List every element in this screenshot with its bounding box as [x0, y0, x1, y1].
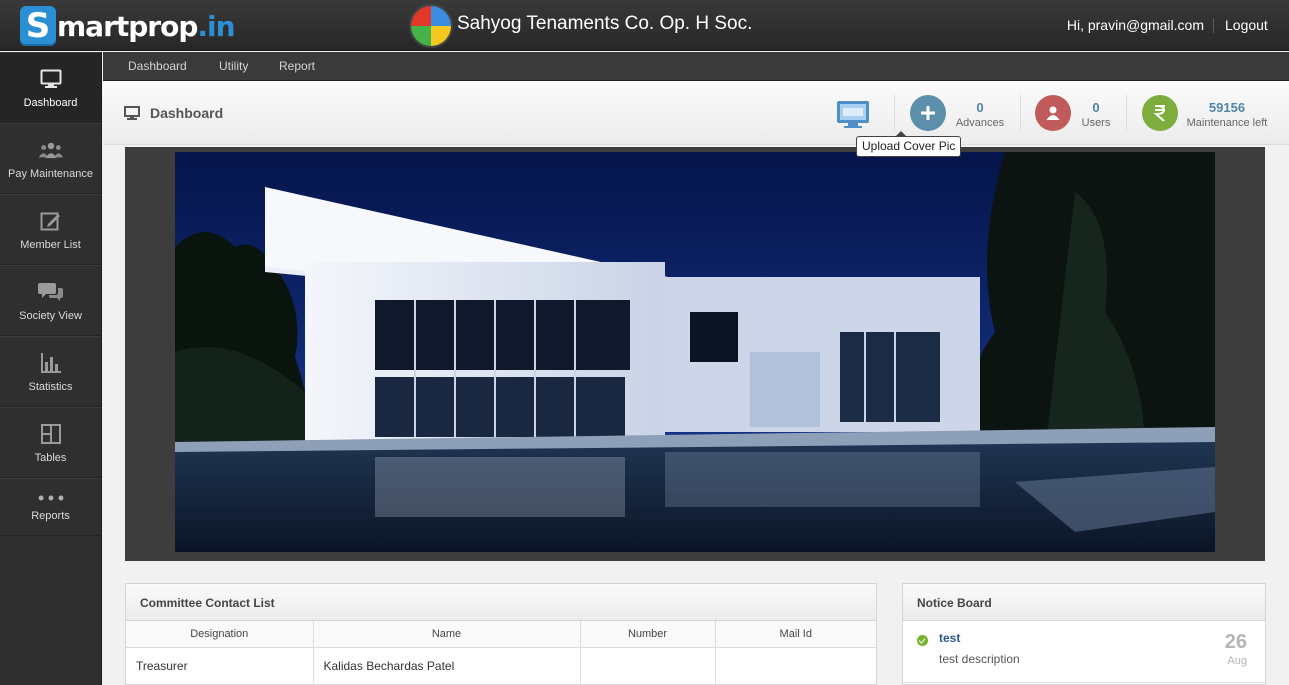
sidebar-item-dashboard[interactable]: Dashboard	[0, 52, 101, 123]
bar-chart-icon	[38, 351, 64, 375]
cover-image	[175, 152, 1215, 552]
table-header-row: Designation Name Number Mail Id	[126, 621, 876, 648]
subnav-dashboard[interactable]: Dashboard	[128, 59, 187, 73]
sidebar: Dashboard Pay Maintenance Member List So…	[0, 52, 102, 685]
sidebar-item-label: Society View	[19, 309, 82, 322]
upload-cover-button[interactable]	[835, 99, 871, 129]
table-row: Treasurer Kalidas Bechardas Patel	[126, 647, 876, 685]
divider	[1126, 95, 1127, 131]
logout-link[interactable]: Logout	[1225, 17, 1268, 33]
logo-letter: S	[20, 6, 56, 46]
users-label: Users	[1081, 117, 1111, 129]
sidebar-item-member-list[interactable]: Member List	[0, 194, 101, 265]
cell-mail-id	[715, 647, 876, 685]
top-bar: S martprop.in Sahyog Tenaments Co. Op. H…	[0, 0, 1289, 51]
cell-designation: Treasurer	[126, 647, 314, 685]
notice-description: test description	[939, 652, 1020, 666]
society-name: Sahyog Tenaments Co. Op. H Soc.	[457, 13, 753, 34]
user-icon	[1046, 106, 1060, 120]
sidebar-item-label: Tables	[34, 451, 67, 464]
logo-domain: .in	[197, 9, 235, 43]
edit-icon	[38, 209, 64, 233]
committee-table: Designation Name Number Mail Id Treasure…	[126, 621, 876, 685]
check-icon	[917, 635, 928, 646]
subnav-utility[interactable]: Utility	[219, 59, 248, 73]
maintenance-left-label: Maintenance left	[1186, 117, 1268, 129]
committee-contact-panel: Committee Contact List Designation Name …	[125, 583, 877, 685]
sidebar-item-statistics[interactable]: Statistics	[0, 336, 101, 407]
advances-label: Advances	[955, 117, 1005, 129]
subnav-report[interactable]: Report	[279, 59, 315, 73]
divider	[894, 95, 895, 131]
users-button[interactable]	[1035, 95, 1071, 131]
monitor-icon	[38, 67, 64, 91]
sidebar-item-society-view[interactable]: Society View	[0, 265, 101, 336]
notice-month: Aug	[1227, 655, 1247, 667]
notice-board-title: Notice Board	[903, 584, 1265, 621]
user-greeting: Hi, pravin@gmail.com	[1066, 17, 1204, 33]
sidebar-item-pay-maintenance[interactable]: Pay Maintenance	[0, 123, 101, 194]
users-count: 0	[1092, 100, 1100, 115]
sidebar-item-reports[interactable]: Reports	[0, 478, 101, 536]
cover-frame	[125, 147, 1265, 561]
society-logo-icon	[411, 6, 451, 46]
smartprop-logo[interactable]: S martprop.in	[20, 6, 236, 46]
column-header[interactable]: Number	[580, 621, 716, 648]
upload-cover-tooltip: Upload Cover Pic	[856, 131, 962, 157]
committee-panel-title: Committee Contact List	[126, 584, 876, 621]
notice-day: 26	[1224, 631, 1247, 653]
logo-text: martprop	[57, 9, 198, 43]
sidebar-item-tables[interactable]: Tables	[0, 407, 101, 478]
notice-board-panel: Notice Board test test description 26 Au…	[902, 583, 1266, 685]
monitor-icon	[837, 101, 869, 128]
sub-navigation: Dashboard Utility Report	[103, 52, 1289, 81]
sidebar-item-label: Reports	[31, 510, 70, 522]
cell-number	[580, 647, 716, 685]
dots-icon	[38, 492, 64, 504]
divider	[1213, 18, 1214, 33]
chat-bubbles-icon	[37, 280, 64, 304]
advances-count: 0	[976, 100, 984, 115]
sidebar-item-label: Member List	[20, 238, 81, 251]
page-header: Dashboard 0 Advances 0 Users 59156 Maint…	[103, 81, 1289, 145]
column-header[interactable]: Designation	[126, 621, 314, 648]
users-group-icon	[38, 138, 64, 162]
sidebar-item-label: Dashboard	[23, 96, 78, 109]
advances-button[interactable]	[910, 95, 946, 131]
rupee-icon	[1153, 105, 1166, 122]
plus-icon	[921, 106, 935, 120]
table-grid-icon	[38, 422, 64, 446]
divider	[1020, 95, 1021, 131]
sidebar-item-label: Pay Maintenance	[8, 167, 93, 180]
page-title: Dashboard	[150, 105, 224, 121]
column-header[interactable]: Mail Id	[715, 621, 876, 648]
maintenance-left-value: 59156	[1208, 100, 1246, 115]
sidebar-item-label: Statistics	[28, 380, 73, 393]
monitor-icon	[124, 106, 140, 125]
notice-title[interactable]: test	[939, 631, 960, 645]
maintenance-button[interactable]	[1142, 95, 1178, 131]
column-header[interactable]: Name	[313, 621, 581, 648]
cell-name: Kalidas Bechardas Patel	[313, 647, 581, 685]
list-item[interactable]: test test description 26 Aug	[903, 621, 1265, 683]
